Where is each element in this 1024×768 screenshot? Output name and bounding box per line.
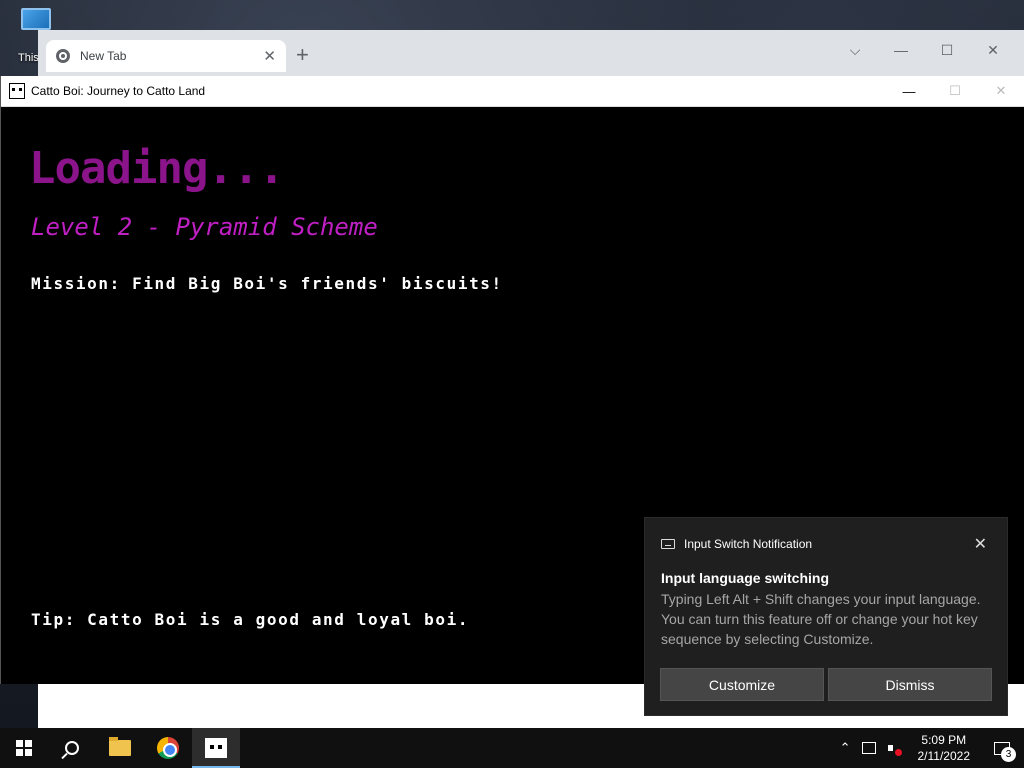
game-minimize-button[interactable]: — [886, 84, 932, 99]
chrome-favicon-icon [56, 49, 70, 63]
windows-logo-icon [16, 740, 32, 756]
chrome-tab-title: New Tab [80, 49, 127, 63]
search-button[interactable] [48, 728, 96, 768]
loading-text: Loading... [29, 143, 285, 194]
chrome-icon [157, 737, 179, 759]
notification-count-badge: 3 [1001, 747, 1016, 762]
chrome-tab-new-tab[interactable]: New Tab ✕ [46, 40, 286, 72]
close-tab-icon[interactable]: ✕ [263, 47, 276, 65]
chrome-taskbar-button[interactable] [144, 728, 192, 768]
level-title: Level 2 - Pyramid Scheme [31, 213, 378, 241]
system-tray: ⌃ 5:09 PM 2/11/2022 3 [835, 728, 1024, 768]
search-icon [65, 741, 79, 755]
chrome-window-controls: ⌵ — ☐ ✕ [832, 36, 1016, 64]
show-hidden-icons-chevron-icon[interactable]: ⌃ [835, 740, 856, 756]
minimize-button[interactable]: — [878, 36, 924, 64]
new-tab-button[interactable]: + [296, 42, 309, 68]
toast-app-name: Input Switch Notification [684, 537, 813, 551]
game-maximize-button: ☐ [949, 83, 961, 98]
toast-title: Input language switching [661, 570, 829, 586]
mission-text: Mission: Find Big Boi's friends' biscuit… [31, 274, 503, 293]
start-button[interactable] [0, 728, 48, 768]
taskbar: ⌃ 5:09 PM 2/11/2022 3 [0, 728, 1024, 768]
network-icon[interactable] [861, 742, 876, 754]
customize-button[interactable]: Customize [660, 668, 824, 701]
game-titlebar[interactable]: Catto Boi: Journey to Catto Land — ☐ ✕ [1, 76, 1024, 107]
game-window-title: Catto Boi: Journey to Catto Land [31, 84, 206, 98]
toast-notification: Input Switch Notification ✕ Input langua… [644, 517, 1008, 716]
folder-icon [109, 737, 131, 756]
clock[interactable]: 5:09 PM 2/11/2022 [908, 732, 981, 764]
cat-icon [205, 738, 227, 758]
toast-close-icon[interactable]: ✕ [974, 534, 987, 554]
tab-search-icon[interactable]: ⌵ [832, 36, 878, 64]
toast-header: Input Switch Notification [661, 537, 812, 551]
clock-date: 2/11/2022 [917, 749, 971, 763]
dismiss-button[interactable]: Dismiss [828, 668, 992, 701]
clock-time: 5:09 PM [921, 733, 967, 747]
close-button[interactable]: ✕ [970, 36, 1016, 64]
cat-icon [9, 83, 25, 99]
action-center-button[interactable]: 3 [980, 728, 1024, 768]
volume-muted-icon[interactable] [887, 742, 902, 756]
maximize-button[interactable]: ☐ [924, 36, 970, 64]
keyboard-icon [661, 539, 675, 549]
game-close-button[interactable]: ✕ [978, 83, 1024, 99]
file-explorer-button[interactable] [96, 728, 144, 768]
tip-text: Tip: Catto Boi is a good and loyal boi. [31, 610, 470, 629]
toast-body: Typing Left Alt + Shift changes your inp… [661, 591, 981, 647]
catto-boi-taskbar-button[interactable] [192, 728, 240, 768]
